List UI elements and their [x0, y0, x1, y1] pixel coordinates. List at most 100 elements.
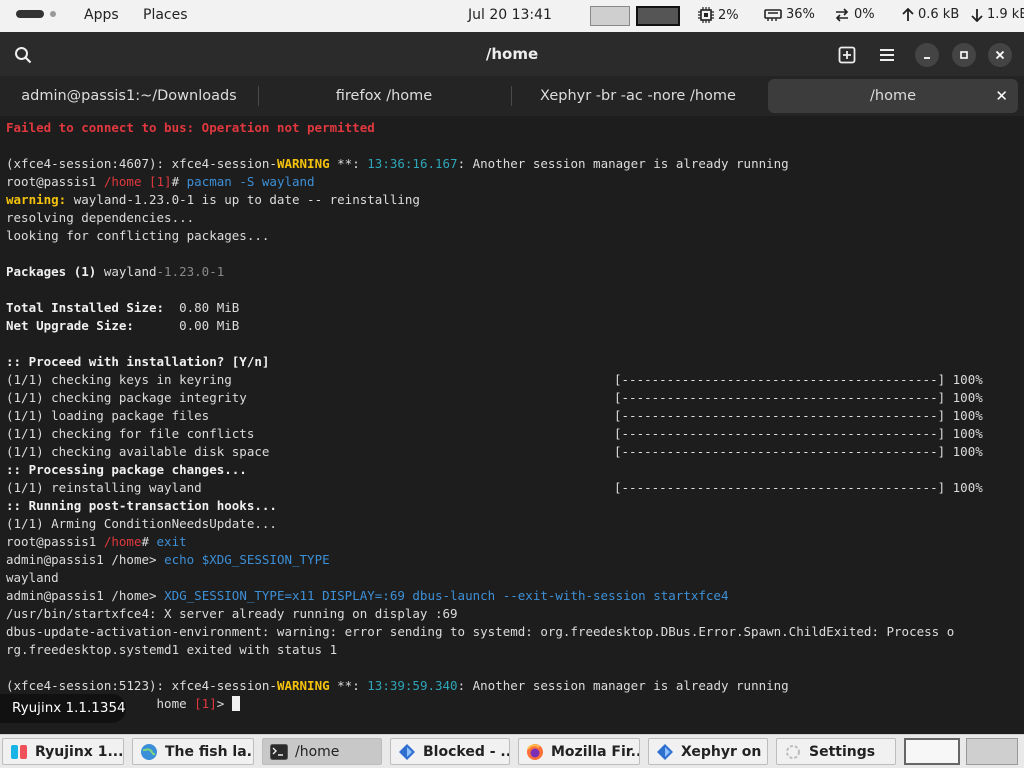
terminal-line: admin@passis1 /home> XDG_SESSION_TYPE=x1…	[6, 588, 729, 603]
memory-indicator[interactable]: 36%	[764, 7, 815, 22]
memory-icon	[764, 8, 782, 21]
spinner-icon	[783, 742, 803, 762]
taskbar-item-terminal[interactable]: /home	[262, 738, 382, 765]
close-window-button[interactable]	[988, 43, 1012, 67]
taskbar-label: Xephyr on ...	[681, 743, 767, 760]
taskbar-item-settings[interactable]: Settings	[776, 738, 896, 765]
terminal-line: rg.freedesktop.systemd1 exited with stat…	[6, 642, 338, 657]
minimize-button[interactable]	[915, 43, 939, 67]
terminal-line: /usr/bin/startxfce4: X server already ru…	[6, 606, 458, 621]
terminal-line: (1/1) checking available disk space [----…	[6, 444, 983, 459]
tab-close-icon[interactable]: ✕	[995, 87, 1008, 105]
terminal-line: (1/1) checking for file conflicts [------…	[6, 426, 983, 441]
maximize-button[interactable]	[952, 43, 976, 67]
terminal-line: (1/1) Arming ConditionNeedsUpdate...	[6, 516, 277, 531]
tab-label: admin@passis1:~/Downloads	[21, 88, 237, 104]
workspace-2-thumbnail[interactable]	[636, 6, 680, 26]
terminal-line: :: Running post-transaction hooks...	[6, 498, 277, 513]
hamburger-menu-icon	[880, 49, 894, 61]
tab-downloads[interactable]: admin@passis1:~/Downloads	[0, 79, 258, 113]
taskbar-tooltip: Ryujinx 1.1.1354	[0, 694, 126, 723]
terminal-line: dbus-update-activation-environment: warn…	[6, 624, 955, 639]
swap-value: 0%	[854, 7, 875, 22]
net-upload-value: 0.6 kB	[918, 7, 960, 22]
cpu-indicator[interactable]: 2%	[698, 7, 739, 23]
ryujinx-icon	[9, 742, 29, 762]
workspace-active-pill	[16, 10, 44, 18]
memory-value: 36%	[786, 7, 815, 22]
progress-bar: [---------------------------------------…	[614, 444, 983, 459]
arrow-down-icon	[971, 8, 983, 22]
progress-bar: [---------------------------------------…	[614, 426, 983, 441]
terminal-line: (xfce4-session:4607): xfce4-session-WARN…	[6, 156, 789, 171]
terminal-line: :: Proceed with installation? [Y/n]	[6, 354, 270, 369]
terminal-line: (1/1) loading package files [------------…	[6, 408, 983, 423]
workspace-switcher-2[interactable]	[966, 738, 1018, 765]
taskbar-label: Ryujinx 1....	[35, 743, 124, 760]
terminal-headerbar: /home	[0, 32, 1024, 76]
workspace-switcher-1[interactable]	[904, 738, 960, 765]
terminal-line: Total Installed Size: 0.80 MiB	[6, 300, 240, 315]
activities-indicator[interactable]	[16, 10, 56, 18]
taskbar-label: The fish la...	[165, 743, 254, 760]
terminal-line: Net Upgrade Size: 0.00 MiB	[6, 318, 240, 333]
progress-bar: [---------------------------------------…	[614, 408, 983, 423]
swap-indicator[interactable]: 0%	[834, 7, 875, 22]
minimize-icon	[924, 57, 930, 59]
net-download-value: 1.9 kB	[987, 7, 1024, 22]
tab-home-active[interactable]: /home ✕	[768, 79, 1018, 113]
new-tab-icon	[838, 46, 856, 64]
terminal-line: (xfce4-session:5123): xfce4-session-WARN…	[6, 678, 789, 693]
workspace-1-thumbnail[interactable]	[590, 6, 630, 26]
taskbar-item-ryujinx[interactable]: Ryujinx 1....	[2, 738, 124, 765]
terminal-line: root@passis1 /home [1]# pacman -S waylan…	[6, 174, 315, 189]
taskbar-label: Settings	[809, 743, 876, 760]
terminal-line: (1/1) checking package integrity [-------…	[6, 390, 983, 405]
tab-bar: admin@passis1:~/Downloads firefox /home …	[0, 76, 1024, 116]
terminal-line: admin@passis1 /home> echo $XDG_SESSION_T…	[6, 552, 330, 567]
swap-icon	[835, 7, 849, 22]
close-icon	[995, 50, 1005, 60]
progress-bar: [---------------------------------------…	[614, 372, 983, 387]
new-tab-button[interactable]	[836, 44, 858, 66]
maximize-icon	[960, 51, 968, 59]
terminal-line: (1/1) checking keys in keyring [---------…	[6, 372, 983, 387]
terminal-line: Packages (1) wayland-1.23.0-1	[6, 264, 225, 279]
taskbar-item-fish[interactable]: The fish la...	[132, 738, 254, 765]
taskbar-item-xephyr[interactable]: Xephyr on ...	[648, 738, 768, 765]
diamond-icon	[397, 742, 417, 762]
arrow-up-icon	[902, 7, 914, 21]
tab-firefox[interactable]: firefox /home	[258, 79, 510, 113]
terminal-line: warning: wayland-1.23.0-1 is up to date …	[6, 192, 420, 207]
tab-label: firefox /home	[335, 88, 433, 104]
tab-label: Xephyr -br -ac -nore /home	[540, 88, 736, 104]
firefox-icon	[525, 742, 545, 762]
taskbar-item-blocked[interactable]: Blocked - ...	[390, 738, 510, 765]
taskbar-item-firefox[interactable]: Mozilla Fir...	[518, 738, 640, 765]
apps-menu[interactable]: Apps	[84, 7, 119, 23]
menu-button[interactable]	[876, 44, 898, 66]
terminal-line: resolving dependencies...	[6, 210, 195, 225]
window-title: /home	[485, 45, 539, 63]
terminal-line: :: Processing package changes...	[6, 462, 247, 477]
tab-label: /home	[870, 88, 916, 104]
terminal-line: Failed to connect to bus: Operation not …	[6, 120, 375, 135]
places-menu[interactable]: Places	[143, 7, 188, 23]
net-upload-indicator[interactable]: 0.6 kB	[902, 7, 959, 22]
progress-bar: [---------------------------------------…	[614, 480, 983, 495]
net-download-indicator[interactable]: 1.9 kB	[971, 7, 1024, 22]
terminal-line: (1/1) reinstalling wayland [-------------…	[6, 480, 983, 495]
progress-bar: [---------------------------------------…	[614, 390, 983, 405]
clock[interactable]: Jul 20 13:41	[468, 7, 552, 23]
terminal-line: looking for conflicting packages...	[6, 228, 270, 243]
terminal-output[interactable]: Failed to connect to bus: Operation not …	[0, 116, 1024, 734]
cpu-value: 2%	[718, 7, 739, 23]
workspace-dot	[50, 11, 56, 17]
tab-xephyr[interactable]: Xephyr -br -ac -nore /home	[511, 79, 765, 113]
diamond-icon	[655, 742, 675, 762]
